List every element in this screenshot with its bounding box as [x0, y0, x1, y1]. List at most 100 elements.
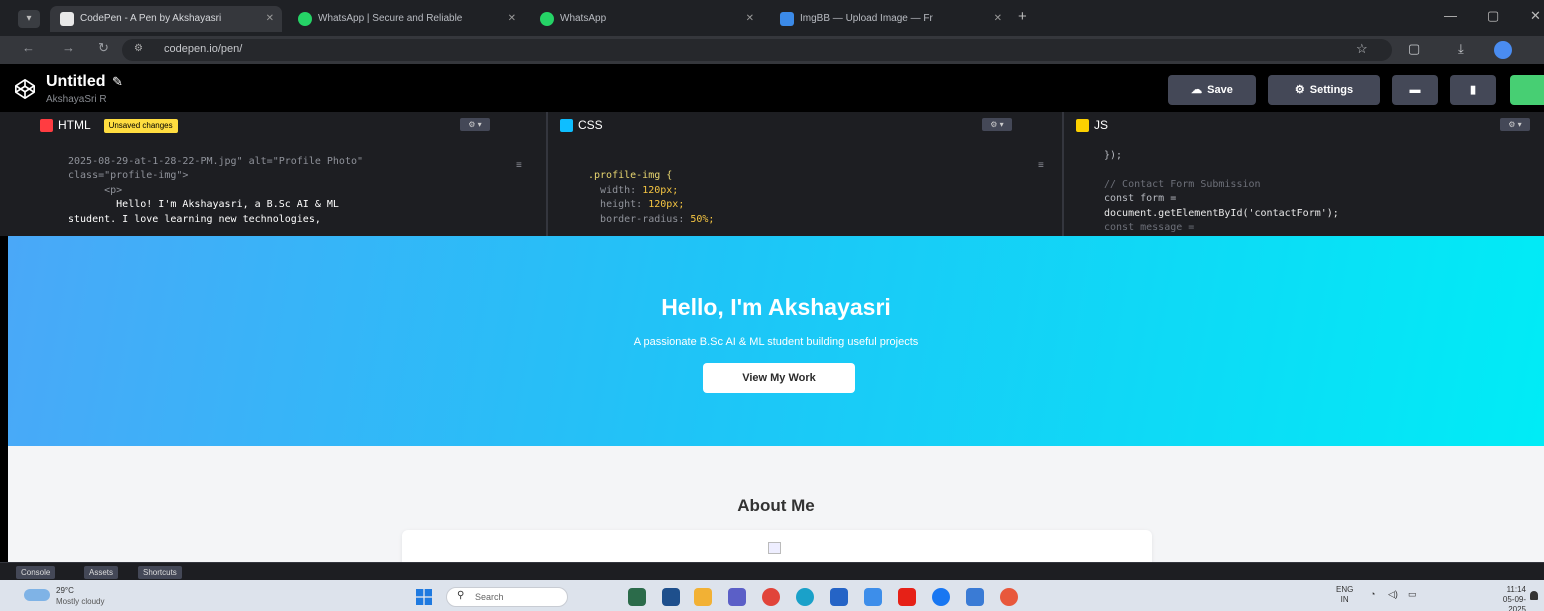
restore-icon[interactable]: ▢	[1487, 8, 1499, 24]
address-bar[interactable]: ⚙ codepen.io/pen/	[122, 39, 1392, 61]
code-line: document.getElementById('contactForm');	[1104, 207, 1339, 219]
screen-app-icon[interactable]	[966, 588, 984, 606]
battery-icon[interactable]: ▭	[1408, 589, 1417, 600]
tab-label: WhatsApp	[560, 13, 607, 24]
weather-description[interactable]: Mostly cloudy	[56, 597, 104, 606]
language-code: ENG	[1336, 585, 1354, 594]
back-icon[interactable]: ←	[22, 40, 35, 55]
editor-settings-button[interactable]: ⚙ ▾	[460, 118, 490, 131]
tab-whatsapp[interactable]: WhatsApp ✕	[530, 6, 762, 32]
js-code[interactable]: }); // Contact Form Submission const form …	[1064, 134, 1544, 236]
console-button[interactable]: Console	[16, 566, 56, 579]
change-view-button[interactable]: ▬	[1392, 75, 1438, 105]
vscode-icon[interactable]	[864, 588, 882, 606]
user-avatar[interactable]	[1510, 75, 1544, 105]
pen-title[interactable]: Untitled	[46, 73, 106, 91]
layout-icon: ▬	[1409, 84, 1421, 96]
html-editor[interactable]: HTML Unsaved changes ⚙ ▾ 2025-08-29-at-1…	[28, 112, 542, 236]
whatsapp-icon	[540, 12, 554, 26]
whatsapp-icon	[298, 12, 312, 26]
css-editor[interactable]: CSS ⚙ ▾ .profile-img { width: 120px; hei…	[546, 112, 1058, 236]
html-code[interactable]: 2025-08-29-at-1-28-22-PM.jpg" alt="Profi…	[28, 140, 542, 227]
youtube-icon[interactable]	[898, 588, 916, 606]
tab-search-icon[interactable]: ▾	[18, 10, 40, 28]
resize-handle-icon[interactable]: ≡	[1038, 160, 1044, 171]
tab-imgbb[interactable]: ImgBB — Upload Image — Fr ✕	[770, 6, 1010, 32]
new-tab-icon[interactable]: +	[1018, 8, 1027, 25]
code-line: // Contact Form Submission	[1104, 178, 1261, 190]
code-line: student. I love learning new technologie…	[68, 213, 321, 225]
bookmark-button[interactable]: ▮	[1450, 75, 1496, 105]
codepen-footer: Console Assets Shortcuts	[0, 562, 1544, 580]
html-editor-header: HTML Unsaved changes ⚙ ▾	[28, 112, 542, 138]
codepen-favicon-icon	[60, 12, 74, 26]
windows-start-icon[interactable]	[416, 589, 432, 605]
unsaved-badge: Unsaved changes	[103, 119, 178, 133]
chrome-profile-icon[interactable]	[1000, 588, 1018, 606]
language-indicator[interactable]: ENG IN	[1336, 585, 1353, 605]
tab-label: WhatsApp | Secure and Reliable	[318, 13, 463, 24]
shortcuts-button[interactable]: Shortcuts	[138, 566, 182, 579]
close-window-icon[interactable]: ✕	[1530, 8, 1541, 24]
close-tab-icon[interactable]: ✕	[994, 6, 1002, 32]
profile-avatar-icon[interactable]	[1494, 41, 1512, 59]
view-my-work-button[interactable]: View My Work	[703, 363, 855, 393]
hero-section: Hello, I'm Akshayasri A passionate B.Sc …	[8, 236, 1544, 446]
html-editor-tab: HTML Unsaved changes	[28, 112, 178, 138]
css-prop-value: 50%;	[690, 213, 715, 225]
clock[interactable]: 11:14 05-09-2025	[1490, 585, 1526, 611]
css-selector: .profile-img {	[588, 170, 673, 181]
js-editor[interactable]: JS ⚙ ▾ }); // Contact Form Submission cons…	[1062, 112, 1544, 236]
close-tab-icon[interactable]: ✕	[746, 6, 754, 32]
volume-icon[interactable]: ◁)	[1388, 589, 1398, 600]
extensions-icon[interactable]: ▢	[1408, 41, 1420, 57]
teams-icon[interactable]	[728, 588, 746, 606]
tab-whatsapp-secure[interactable]: WhatsApp | Secure and Reliable ✕	[288, 6, 524, 32]
tab-codepen[interactable]: CodePen - A Pen by Akshayasri ✕	[50, 6, 282, 32]
editor-settings-button[interactable]: ⚙ ▾	[982, 118, 1012, 131]
weather-cloud-icon[interactable]	[24, 589, 50, 601]
edge-icon[interactable]	[796, 588, 814, 606]
css-code[interactable]: .profile-img { width: 120px; height: 120…	[548, 140, 1058, 227]
store-icon[interactable]	[830, 588, 848, 606]
assets-button[interactable]: Assets	[84, 566, 119, 579]
widgets-app-icon[interactable]	[628, 588, 646, 606]
save-button[interactable]: ☁ Save	[1168, 75, 1256, 105]
task-view-icon[interactable]	[662, 588, 680, 606]
bookmark-star-icon[interactable]: ☆	[1356, 41, 1368, 57]
weather-temperature[interactable]: 29°C	[56, 586, 74, 595]
gear-icon: ⚙	[1294, 84, 1305, 96]
language-region: IN	[1340, 595, 1349, 604]
pen-author[interactable]: AkshayaSri R	[46, 94, 107, 105]
settings-button[interactable]: ⚙ Settings	[1268, 75, 1380, 105]
taskbar-search[interactable]: ⚲ Search	[446, 587, 568, 607]
minimize-icon[interactable]: —	[1444, 8, 1457, 23]
windows-taskbar: 29°C Mostly cloudy ⚲ Search ENG IN ◔ ◁) …	[0, 580, 1544, 611]
editor-settings-button[interactable]: ⚙ ▾	[1500, 118, 1530, 131]
forward-icon[interactable]: →	[62, 40, 75, 55]
reload-icon[interactable]: ↻	[98, 40, 109, 56]
css-prop-name: border-radius	[600, 213, 679, 225]
wifi-icon[interactable]: ◔	[1370, 589, 1375, 599]
css-prop-name: width	[600, 184, 631, 196]
settings-label: Settings	[1309, 84, 1354, 96]
facebook-icon[interactable]	[932, 588, 950, 606]
css-icon	[560, 119, 573, 132]
file-explorer-icon[interactable]	[694, 588, 712, 606]
clock-time: 11:14	[1506, 585, 1526, 594]
resize-handle-icon[interactable]: ≡	[516, 160, 522, 171]
close-tab-icon[interactable]: ✕	[266, 6, 274, 32]
codepen-logo-icon[interactable]	[14, 78, 36, 100]
browser-toolbar: ← → ↻ ⚙ codepen.io/pen/ ☆ ▢ ⤓	[0, 36, 1544, 64]
html-label: HTML	[58, 118, 91, 132]
search-placeholder: Search	[475, 592, 504, 602]
download-icon[interactable]: ⤓	[1458, 41, 1464, 57]
edit-title-icon[interactable]: ✎	[112, 74, 123, 90]
site-info-icon[interactable]: ⚙	[134, 43, 150, 57]
clock-date: 05-09-2025	[1502, 595, 1526, 611]
chrome-icon[interactable]	[762, 588, 780, 606]
code-line: });	[1104, 149, 1123, 161]
close-tab-icon[interactable]: ✕	[508, 6, 516, 32]
css-label: CSS	[578, 118, 603, 132]
notification-bell-icon[interactable]	[1530, 591, 1538, 600]
